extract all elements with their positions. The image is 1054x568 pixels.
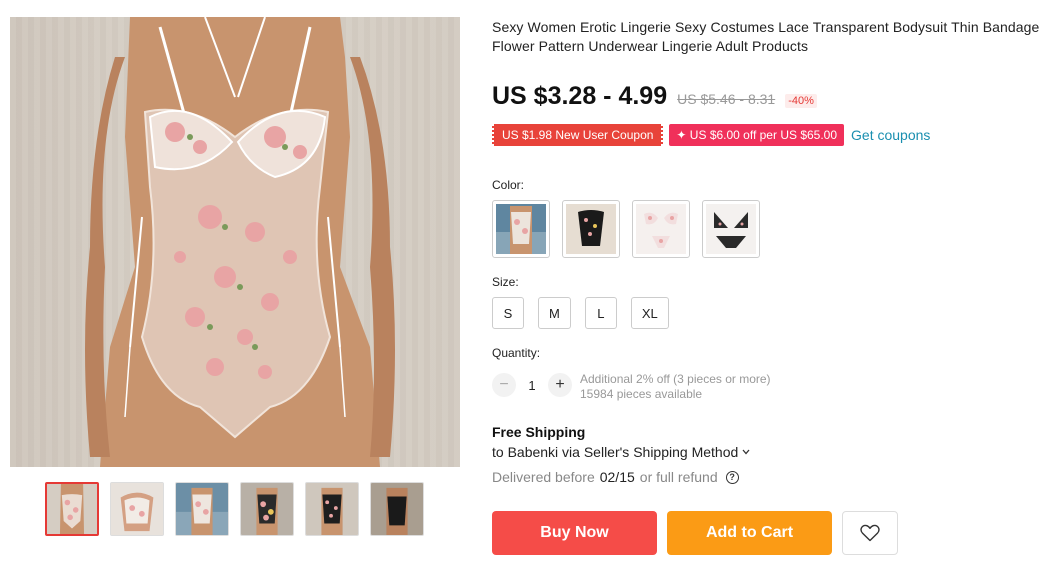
quantity-value[interactable]: 1 xyxy=(516,378,548,393)
size-option-xl[interactable]: XL xyxy=(630,297,669,329)
discount-badge: -40% xyxy=(785,94,817,108)
thumbnail-6[interactable] xyxy=(370,482,424,536)
quantity-label: Quantity: xyxy=(492,346,541,360)
quantity-increase-button[interactable]: + xyxy=(548,373,572,397)
size-option-l[interactable]: L xyxy=(584,297,617,329)
product-title: Sexy Women Erotic Lingerie Sexy Costumes… xyxy=(492,19,1040,54)
size-label: Size: xyxy=(492,275,519,289)
quantity-decrease-button[interactable]: − xyxy=(492,373,516,397)
delivery-estimate: Delivered before 02/15 or full refund ? xyxy=(492,469,739,485)
color-swatch-2[interactable] xyxy=(562,200,620,258)
store-coupon[interactable]: ✦ US $6.00 off per US $65.00 xyxy=(669,124,845,146)
quantity-info: Additional 2% off (3 pieces or more) 159… xyxy=(580,372,771,402)
help-icon[interactable]: ? xyxy=(725,470,739,484)
chevron-down-icon xyxy=(742,449,750,455)
thumbnail-2[interactable] xyxy=(110,482,164,536)
color-label: Color: xyxy=(492,178,525,192)
color-options xyxy=(492,200,760,258)
wishlist-button[interactable] xyxy=(842,511,898,555)
price-original: US $5.46 - 8.31 xyxy=(677,91,776,107)
delivery-date: 02/15 xyxy=(599,469,635,485)
thumbnail-4[interactable] xyxy=(240,482,294,536)
minus-icon: − xyxy=(499,376,509,393)
price-row: US $3.28 - 4.99 US $5.46 - 8.31 -40% xyxy=(492,82,817,111)
size-option-s[interactable]: S xyxy=(492,297,524,329)
plus-icon: + xyxy=(555,376,565,393)
add-to-cart-button[interactable]: Add to Cart xyxy=(667,511,832,555)
buy-now-button[interactable]: Buy Now xyxy=(492,511,657,555)
size-options: S M L XL xyxy=(492,297,669,329)
thumbnail-1[interactable] xyxy=(45,482,99,536)
bulk-discount-note: Additional 2% off (3 pieces or more) xyxy=(580,372,771,386)
color-swatch-4[interactable] xyxy=(702,200,760,258)
delivery-prefix: Delivered before xyxy=(492,469,595,485)
heart-icon xyxy=(860,524,880,542)
price-current: US $3.28 - 4.99 xyxy=(492,82,668,110)
color-swatch-1[interactable] xyxy=(492,200,550,258)
new-user-coupon[interactable]: US $1.98 New User Coupon xyxy=(492,124,664,146)
coupons-row: US $1.98 New User Coupon ✦ US $6.00 off … xyxy=(492,124,930,146)
main-product-image xyxy=(10,17,460,467)
delivery-suffix: or full refund xyxy=(639,469,718,485)
shipping-title: Free Shipping xyxy=(492,424,586,440)
quantity-stepper: − 1 + xyxy=(492,373,572,397)
size-option-m[interactable]: M xyxy=(538,297,571,329)
get-coupons-link[interactable]: Get coupons xyxy=(851,127,930,143)
thumbnail-5[interactable] xyxy=(305,482,359,536)
thumbnail-strip xyxy=(45,482,424,536)
shipping-destination[interactable]: to Babenki via Seller's Shipping Method xyxy=(492,444,750,460)
color-swatch-3[interactable] xyxy=(632,200,690,258)
shipping-destination-text: to Babenki via Seller's Shipping Method xyxy=(492,444,739,460)
thumbnail-3[interactable] xyxy=(175,482,229,536)
stock-available: 15984 pieces available xyxy=(580,387,703,401)
